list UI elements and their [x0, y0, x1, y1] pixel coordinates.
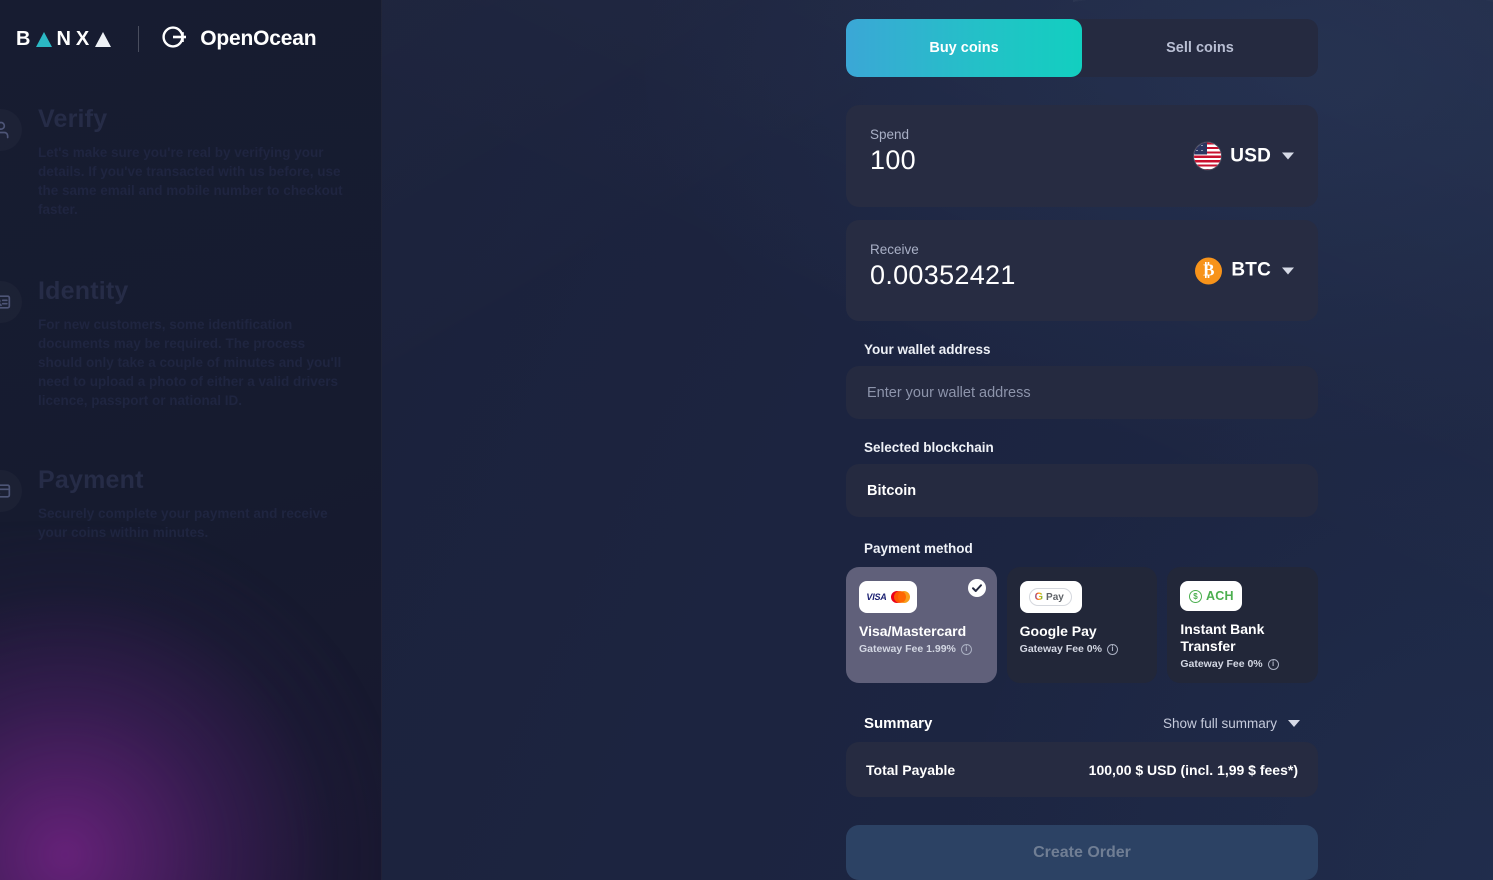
ach-label: ACH [1206, 589, 1234, 603]
receive-card: Receive 0.00352421 ₿ BTC [846, 220, 1318, 321]
step-title-verify: Verify [38, 105, 108, 133]
openocean-logo: OpenOcean [161, 23, 317, 56]
sidebar: B N X OpenOcean Verify Let's make sure y… [0, 0, 382, 880]
brand-header: B N X OpenOcean [16, 23, 317, 56]
summary-header: Summary Show full summary [864, 715, 1300, 732]
openocean-mark-icon [161, 23, 189, 56]
chevron-down-icon [1288, 720, 1300, 727]
wallet-address-label: Your wallet address [864, 342, 991, 357]
payment-option-instant-bank-transfer[interactable]: $ ACH Instant Bank Transfer Gateway Fee … [1167, 567, 1319, 683]
banxa-logo-letter-n: N [56, 28, 73, 50]
spend-currency-code: USD [1230, 145, 1271, 166]
info-icon[interactable]: i [1267, 658, 1279, 670]
id-card-icon [0, 281, 22, 323]
payment-option-name: Visa/Mastercard [859, 623, 967, 639]
spend-card: Spend 100 USD [846, 105, 1318, 207]
fee-text: Gateway Fee 0% [1180, 658, 1263, 670]
brand-separator [138, 26, 140, 52]
blockchain-select[interactable]: Bitcoin [846, 464, 1318, 517]
payment-option-fee: Gateway Fee 0% i [1180, 658, 1305, 670]
step-description-payment: Securely complete your payment and recei… [38, 506, 328, 540]
info-icon[interactable]: i [1106, 643, 1118, 655]
step-payment: Payment Securely complete your payment a… [0, 466, 382, 542]
chevron-down-icon [1282, 152, 1294, 160]
banxa-logo: B N X [16, 28, 112, 50]
step-title-payment: Payment [38, 466, 144, 494]
selected-check-icon [967, 579, 986, 597]
fee-text: Gateway Fee 0% [1019, 643, 1102, 655]
tab-buy-coins[interactable]: Buy coins [846, 19, 1082, 77]
step-description-verify: Let's make sure you're real by verifying… [38, 145, 343, 217]
payment-card-icon [0, 470, 22, 512]
google-pay-logo: G Pay [1019, 581, 1082, 613]
show-full-summary-label: Show full summary [1162, 716, 1277, 731]
chevron-down-icon [1282, 267, 1294, 274]
payment-method-label: Payment method [864, 541, 973, 556]
create-order-button[interactable]: Create Order [846, 825, 1318, 880]
total-payable-label: Total Payable [866, 761, 956, 778]
payment-option-google-pay[interactable]: G Pay Google Pay Gateway Fee 0% i [1006, 567, 1158, 683]
visa-mastercard-logo: VISA [859, 581, 917, 613]
total-payable-row: Total Payable 100,00 $ USD (incl. 1,99 $… [846, 742, 1318, 797]
checkout-panel: Buy coins Sell coins Spend 100 USD Recei… [846, 0, 1319, 880]
banxa-checkout-page: B N X OpenOcean Verify Let's make sure y… [0, 0, 1493, 880]
payment-option-fee: Gateway Fee 1.99% i [859, 643, 984, 655]
payment-method-options: VISA Visa/Mastercard Gateway Fee 1.99% i… [846, 567, 1319, 683]
bitcoin-icon: ₿ [1195, 257, 1223, 284]
steps-list: Verify Let's make sure you're real by ve… [0, 105, 382, 586]
banxa-logo-letter-x: X [75, 28, 92, 50]
blockchain-label: Selected blockchain [864, 440, 994, 455]
receive-label: Receive [870, 242, 919, 257]
openocean-wordmark: OpenOcean [200, 27, 317, 50]
banxa-logo-triangle-white [95, 31, 112, 47]
user-check-icon [0, 109, 22, 151]
step-identity: Identity For new customers, some identif… [0, 277, 382, 410]
spend-label: Spend [870, 127, 910, 142]
payment-option-name: Instant Bank Transfer [1180, 621, 1265, 654]
total-payable-value: 100,00 $ USD (incl. 1,99 $ fees*) [1088, 761, 1298, 778]
mastercard-icon [890, 591, 910, 603]
show-full-summary-toggle[interactable]: Show full summary [1163, 716, 1300, 731]
tab-sell-coins[interactable]: Sell coins [1082, 19, 1318, 77]
payment-option-name: Google Pay [1019, 623, 1097, 639]
step-description-identity: For new customers, some identification d… [38, 317, 342, 408]
summary-title: Summary [864, 715, 933, 732]
spend-currency-selector[interactable]: USD [1194, 142, 1294, 170]
banxa-logo-triangle-teal [36, 31, 53, 47]
dollar-circle-icon: $ [1189, 589, 1202, 603]
receive-currency-code: BTC [1231, 259, 1271, 281]
us-flag-icon [1194, 142, 1222, 170]
payment-option-fee: Gateway Fee 0% i [1020, 643, 1145, 655]
step-verify: Verify Let's make sure you're real by ve… [0, 105, 382, 219]
payment-option-visa-mastercard[interactable]: VISA Visa/Mastercard Gateway Fee 1.99% i [846, 567, 997, 683]
banxa-logo-letter-b: B [16, 28, 33, 50]
ach-logo: $ ACH [1180, 581, 1243, 611]
step-title-identity: Identity [38, 277, 129, 305]
buy-sell-tabs: Buy coins Sell coins [846, 19, 1318, 77]
fee-text: Gateway Fee 1.99% [859, 643, 956, 655]
wallet-address-input[interactable]: Enter your wallet address [846, 366, 1318, 419]
info-icon[interactable]: i [960, 643, 972, 655]
receive-currency-selector[interactable]: ₿ BTC [1195, 257, 1294, 284]
